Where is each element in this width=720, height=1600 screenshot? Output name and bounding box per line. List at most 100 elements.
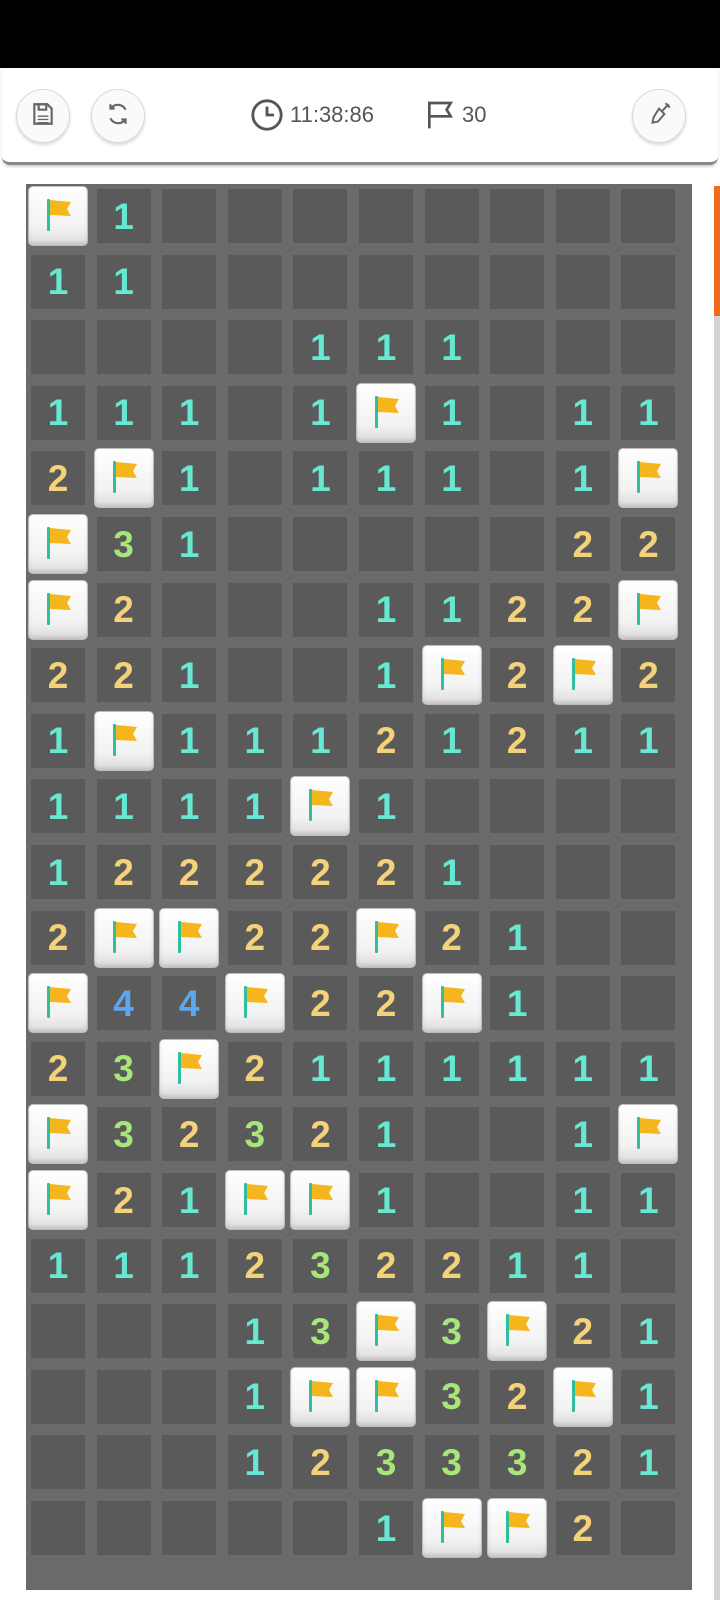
cell-number[interactable]: 1 — [487, 973, 548, 1034]
cell-number[interactable]: 1 — [356, 1104, 416, 1165]
cell-number[interactable]: 1 — [421, 579, 482, 640]
cell-empty[interactable] — [618, 317, 679, 378]
cell-empty[interactable] — [159, 1498, 220, 1558]
cell-empty[interactable] — [618, 907, 679, 968]
cell-flagged[interactable] — [356, 1301, 416, 1362]
cell-number[interactable]: 2 — [356, 973, 416, 1034]
cell-empty[interactable] — [552, 251, 613, 312]
cell-empty[interactable] — [618, 186, 679, 246]
cell-number[interactable]: 1 — [618, 1432, 679, 1493]
cell-number[interactable]: 3 — [93, 1104, 154, 1165]
scrollbar-track[interactable] — [714, 186, 720, 1600]
cell-number[interactable]: 2 — [224, 842, 285, 902]
cell-number[interactable]: 3 — [290, 1235, 351, 1296]
cell-number[interactable]: 1 — [421, 448, 482, 509]
cell-number[interactable]: 1 — [290, 448, 351, 509]
cell-empty[interactable] — [487, 448, 548, 509]
cell-number[interactable]: 2 — [487, 710, 548, 771]
cell-number[interactable]: 2 — [356, 710, 416, 771]
cell-number[interactable]: 2 — [290, 1432, 351, 1493]
cell-empty[interactable] — [28, 1301, 88, 1362]
cell-flagged[interactable] — [618, 579, 679, 640]
cell-number[interactable]: 2 — [356, 1235, 416, 1296]
cell-flagged[interactable] — [618, 448, 679, 509]
cell-number[interactable]: 1 — [224, 710, 285, 771]
cell-empty[interactable] — [421, 776, 482, 837]
cell-flagged[interactable] — [28, 1104, 88, 1165]
cell-number[interactable]: 1 — [224, 1301, 285, 1362]
cell-empty[interactable] — [356, 514, 416, 574]
cell-flagged[interactable] — [421, 1498, 482, 1558]
cell-flagged[interactable] — [290, 776, 351, 837]
cell-flagged[interactable] — [421, 645, 482, 706]
cell-flagged[interactable] — [356, 382, 416, 443]
cell-number[interactable]: 1 — [356, 579, 416, 640]
cell-number[interactable]: 2 — [93, 1170, 154, 1230]
cell-empty[interactable] — [28, 317, 88, 378]
cell-number[interactable]: 1 — [159, 448, 220, 509]
cell-empty[interactable] — [224, 1498, 285, 1558]
cell-empty[interactable] — [487, 382, 548, 443]
cell-number[interactable]: 4 — [159, 973, 220, 1034]
cell-empty[interactable] — [552, 842, 613, 902]
cell-empty[interactable] — [552, 973, 613, 1034]
cell-flagged[interactable] — [356, 907, 416, 968]
cell-empty[interactable] — [224, 579, 285, 640]
cell-number[interactable]: 1 — [552, 710, 613, 771]
cell-number[interactable]: 1 — [552, 1170, 613, 1230]
cell-number[interactable]: 2 — [224, 907, 285, 968]
cell-empty[interactable] — [290, 645, 351, 706]
cell-number[interactable]: 1 — [93, 382, 154, 443]
cell-number[interactable]: 1 — [356, 448, 416, 509]
cell-empty[interactable] — [159, 317, 220, 378]
cell-empty[interactable] — [552, 186, 613, 246]
cell-number[interactable]: 1 — [487, 1038, 548, 1099]
cell-number[interactable]: 3 — [356, 1432, 416, 1493]
cell-empty[interactable] — [224, 382, 285, 443]
cell-number[interactable]: 1 — [552, 1235, 613, 1296]
cell-number[interactable]: 3 — [224, 1104, 285, 1165]
cell-empty[interactable] — [290, 186, 351, 246]
cell-number[interactable]: 1 — [618, 1301, 679, 1362]
cell-number[interactable]: 1 — [159, 1235, 220, 1296]
cell-number[interactable]: 2 — [487, 1366, 548, 1427]
cell-empty[interactable] — [552, 907, 613, 968]
cell-empty[interactable] — [159, 579, 220, 640]
cell-number[interactable]: 1 — [224, 776, 285, 837]
cell-empty[interactable] — [421, 1104, 482, 1165]
cell-number[interactable]: 2 — [93, 842, 154, 902]
cell-flagged[interactable] — [93, 907, 154, 968]
cell-number[interactable]: 1 — [28, 1235, 88, 1296]
cell-empty[interactable] — [159, 1301, 220, 1362]
cell-number[interactable]: 2 — [487, 645, 548, 706]
cell-number[interactable]: 1 — [421, 1038, 482, 1099]
cell-number[interactable]: 1 — [224, 1366, 285, 1427]
cell-empty[interactable] — [224, 317, 285, 378]
cell-number[interactable]: 1 — [159, 514, 220, 574]
cell-empty[interactable] — [421, 186, 482, 246]
cell-number[interactable]: 2 — [552, 1498, 613, 1558]
cell-empty[interactable] — [290, 514, 351, 574]
cell-number[interactable]: 3 — [421, 1432, 482, 1493]
cell-empty[interactable] — [487, 251, 548, 312]
cell-empty[interactable] — [421, 514, 482, 574]
cell-number[interactable]: 1 — [28, 710, 88, 771]
cell-number[interactable]: 1 — [290, 317, 351, 378]
cell-empty[interactable] — [487, 842, 548, 902]
cell-empty[interactable] — [159, 251, 220, 312]
cell-empty[interactable] — [618, 1498, 679, 1558]
cell-number[interactable]: 1 — [356, 1498, 416, 1558]
cell-empty[interactable] — [93, 1301, 154, 1362]
cell-number[interactable]: 1 — [290, 710, 351, 771]
cell-flagged[interactable] — [159, 1038, 220, 1099]
cell-number[interactable]: 1 — [356, 645, 416, 706]
cell-number[interactable]: 1 — [552, 382, 613, 443]
cell-number[interactable]: 4 — [93, 973, 154, 1034]
cell-number[interactable]: 3 — [93, 1038, 154, 1099]
cell-number[interactable]: 1 — [93, 776, 154, 837]
cell-flagged[interactable] — [28, 579, 88, 640]
cell-number[interactable]: 2 — [159, 1104, 220, 1165]
cell-empty[interactable] — [487, 776, 548, 837]
cell-flagged[interactable] — [487, 1301, 548, 1362]
cell-number[interactable]: 1 — [552, 1104, 613, 1165]
